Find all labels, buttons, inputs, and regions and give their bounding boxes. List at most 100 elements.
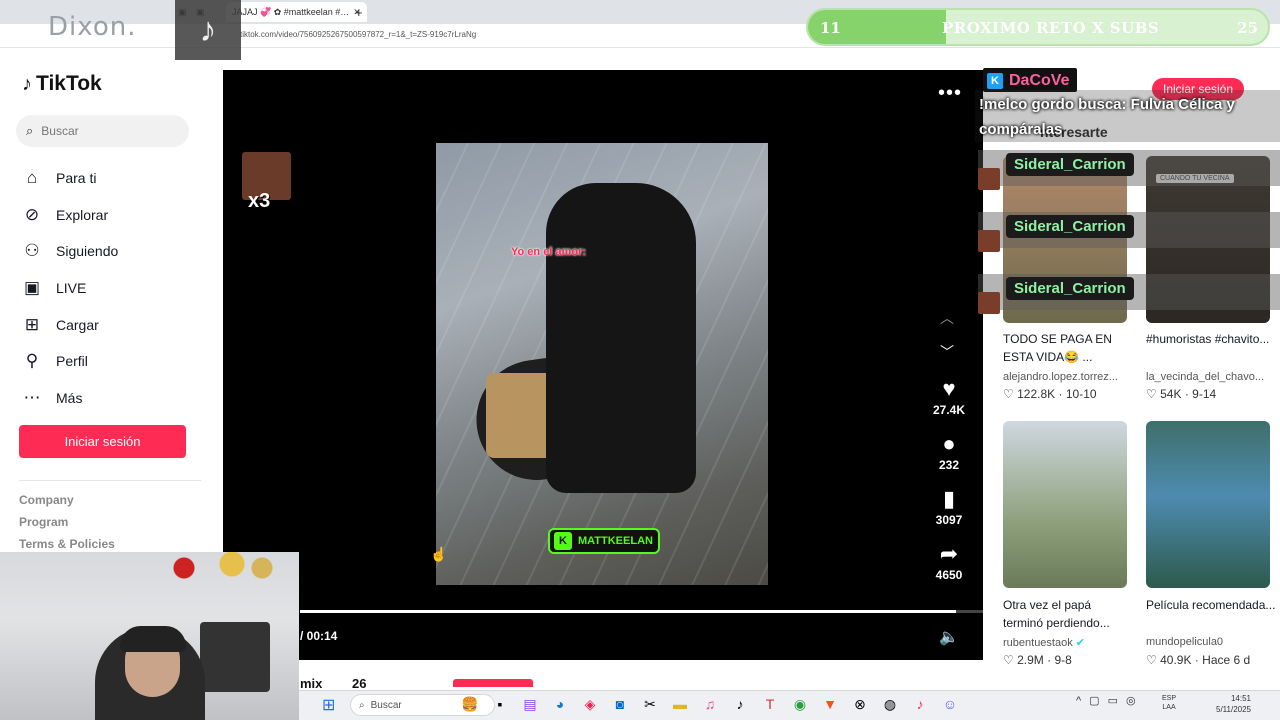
- action-bar: ♥ 27.4K ● 232 ▮ 3097 ➦ 4650: [928, 375, 970, 595]
- comment-button[interactable]: ● 232: [928, 430, 970, 485]
- tray-chevron-icon[interactable]: ^: [1076, 695, 1081, 707]
- comment-icon: ●: [942, 431, 956, 456]
- search-box[interactable]: ⌕: [16, 115, 189, 147]
- sidebar-item-label: LIVE: [56, 280, 87, 297]
- card-title[interactable]: Película recomendada...: [1146, 596, 1276, 614]
- card-meta: ♡ 2.9M · 9-8: [1003, 653, 1072, 667]
- thumbnail-3[interactable]: [1003, 421, 1127, 588]
- webcam-decor: [160, 552, 280, 592]
- windows-start-icon[interactable]: ⊞: [322, 695, 335, 715]
- bookmark-icon: ▮: [942, 486, 956, 511]
- video-frame[interactable]: Yo en el amor: K MATTKEELAN: [436, 143, 768, 585]
- sidebar-item-perfil[interactable]: ⚲ Perfil: [22, 343, 118, 380]
- card-title[interactable]: TODO SE PAGA EN ESTA VIDA😂 ...: [1003, 330, 1133, 366]
- chat-message: !melco gordo busca: Fulvia Célica y comp…: [975, 90, 1280, 142]
- sidebar-item-siguiendo[interactable]: ⚇ Siguiendo: [22, 233, 118, 270]
- share-button[interactable]: ➦ 4650: [928, 540, 970, 595]
- heart-icon: ♥: [942, 376, 956, 401]
- mix-text: mix: [300, 676, 323, 691]
- sidebar-nav: ⌂ Para ti ⊘ Explorar ⚇ Siguiendo ▣ LIVE …: [22, 160, 119, 417]
- sidebar-item-label: Más: [56, 389, 83, 406]
- card-date-sep: ·: [1184, 387, 1189, 401]
- obs-icon[interactable]: ◍: [880, 694, 900, 714]
- like-button[interactable]: ♥ 27.4K: [928, 375, 970, 430]
- footer-link-program[interactable]: Program: [19, 515, 115, 537]
- sidebar-divider: [19, 480, 201, 481]
- thumbnail-4[interactable]: [1146, 421, 1270, 588]
- video-caption: Yo en el amor:: [511, 246, 586, 258]
- tiktok-logo[interactable]: ♪ TikTok: [22, 72, 102, 96]
- search-input[interactable]: [41, 124, 162, 138]
- save-button[interactable]: ▮ 3097: [928, 485, 970, 540]
- folder-icon[interactable]: ▬: [670, 694, 690, 714]
- heart-outline-icon: ♡: [1146, 387, 1157, 401]
- card-meta: ♡ 122.8K · 10-10: [1003, 387, 1097, 401]
- widget-icon[interactable]: 🍔: [460, 694, 480, 714]
- video-watermark: K MATTKEELAN: [548, 528, 660, 554]
- tray-obs-icon[interactable]: ◎: [1126, 694, 1136, 707]
- sidebar-item-cargar[interactable]: ⊞ Cargar: [22, 306, 118, 343]
- sidebar-item-explorar[interactable]: ⊘ Explorar: [22, 197, 118, 234]
- address-bar[interactable]: tiktok.com/video/7560925267500597872_r=1…: [240, 30, 476, 39]
- tray-folder-icon[interactable]: ▭: [1108, 694, 1118, 707]
- tiktok-studio-icon[interactable]: ♪: [910, 694, 930, 714]
- chat-avatar: [978, 168, 1000, 190]
- more-options-icon[interactable]: •••: [938, 82, 962, 105]
- tab-title: JAJAJ 💞 ✿ #mattkeelan #…: [232, 6, 350, 17]
- sidebar-item-live[interactable]: ▣ LIVE: [22, 270, 118, 307]
- new-tab-button[interactable]: +: [355, 2, 363, 22]
- streamer-name-overlay: Dixon.: [48, 12, 137, 42]
- home-icon: ⌂: [26, 168, 38, 188]
- card-author[interactable]: rubentuestaok ✔: [1003, 636, 1085, 649]
- discord-icon[interactable]: ☺: [940, 694, 960, 714]
- login-button[interactable]: Iniciar sesión: [19, 425, 186, 458]
- search-icon: ⌕: [26, 123, 34, 138]
- chrome-icon[interactable]: ◉: [790, 694, 810, 714]
- edge-icon[interactable]: ◕: [550, 694, 570, 714]
- capcut-icon[interactable]: ✂: [640, 694, 660, 714]
- xbox-icon[interactable]: ⊗: [850, 694, 870, 714]
- card-author[interactable]: mundopelicula0: [1146, 636, 1223, 648]
- app-icon[interactable]: ▤: [520, 694, 540, 714]
- webcam-overlay: [0, 552, 299, 720]
- footer-link-company[interactable]: Company: [19, 493, 115, 515]
- watermark-text: MATTKEELAN: [578, 535, 653, 547]
- like-count: 27.4K: [932, 403, 966, 417]
- typora-icon[interactable]: T: [760, 694, 780, 714]
- tray-app-icon[interactable]: ▢: [1089, 694, 1099, 707]
- sidebar-item-para-ti[interactable]: ⌂ Para ti: [22, 160, 118, 197]
- card-title[interactable]: Otra vez el papá terminó perdiendo...: [1003, 596, 1133, 632]
- copilot-icon[interactable]: ◈: [580, 694, 600, 714]
- subs-goal-text: PROXIMO RETO X SUBS: [942, 19, 1160, 37]
- outlook-icon[interactable]: ◙: [610, 694, 630, 714]
- kick-icon: K: [554, 532, 572, 550]
- tiktok-app-icon[interactable]: ♪: [730, 694, 750, 714]
- card-meta: ♡ 40.9K · Hace 6 d: [1146, 653, 1250, 667]
- clock-time: 14:51: [1230, 694, 1251, 703]
- card-likes: 122.8K: [1017, 387, 1056, 401]
- brave-icon[interactable]: ▼: [820, 694, 840, 714]
- sidebar-item-mas[interactable]: ⋯ Más: [22, 380, 118, 417]
- sidebar-item-label: Cargar: [56, 316, 99, 333]
- video-person-standing: [546, 183, 696, 493]
- more-icon: ⋯: [23, 387, 41, 407]
- chat-user-row: Sideral_Carrion: [978, 274, 1280, 314]
- next-video-icon[interactable]: ﹀: [940, 342, 954, 362]
- browser-tab-active[interactable]: JAJAJ 💞 ✿ #mattkeelan #… ✕: [226, 2, 367, 22]
- volume-icon[interactable]: 🔈: [939, 627, 959, 647]
- card-date-sep: ·: [1047, 653, 1052, 667]
- task-view-icon[interactable]: ▪: [490, 694, 510, 714]
- previous-video-icon[interactable]: ︿: [940, 308, 954, 342]
- card-title[interactable]: #humoristas #chavito...: [1146, 330, 1276, 348]
- card-likes: 2.9M: [1017, 653, 1044, 667]
- bottom-mix-label: mix 26: [300, 676, 367, 691]
- taskbar-clock[interactable]: 14:51 5/11/2025: [1216, 693, 1251, 715]
- video-progress-bar[interactable]: [300, 610, 983, 613]
- language-indicator[interactable]: ESP LAA: [1162, 694, 1176, 712]
- itunes-icon[interactable]: ♫: [700, 694, 720, 714]
- pink-tab[interactable]: [453, 679, 533, 687]
- language-top: ESP: [1162, 695, 1177, 702]
- card-author[interactable]: alejandro.lopez.torrez...: [1003, 371, 1118, 383]
- tiktok-logo-text: TikTok: [36, 72, 102, 95]
- card-author[interactable]: la_vecinda_del_chavo...: [1146, 371, 1264, 383]
